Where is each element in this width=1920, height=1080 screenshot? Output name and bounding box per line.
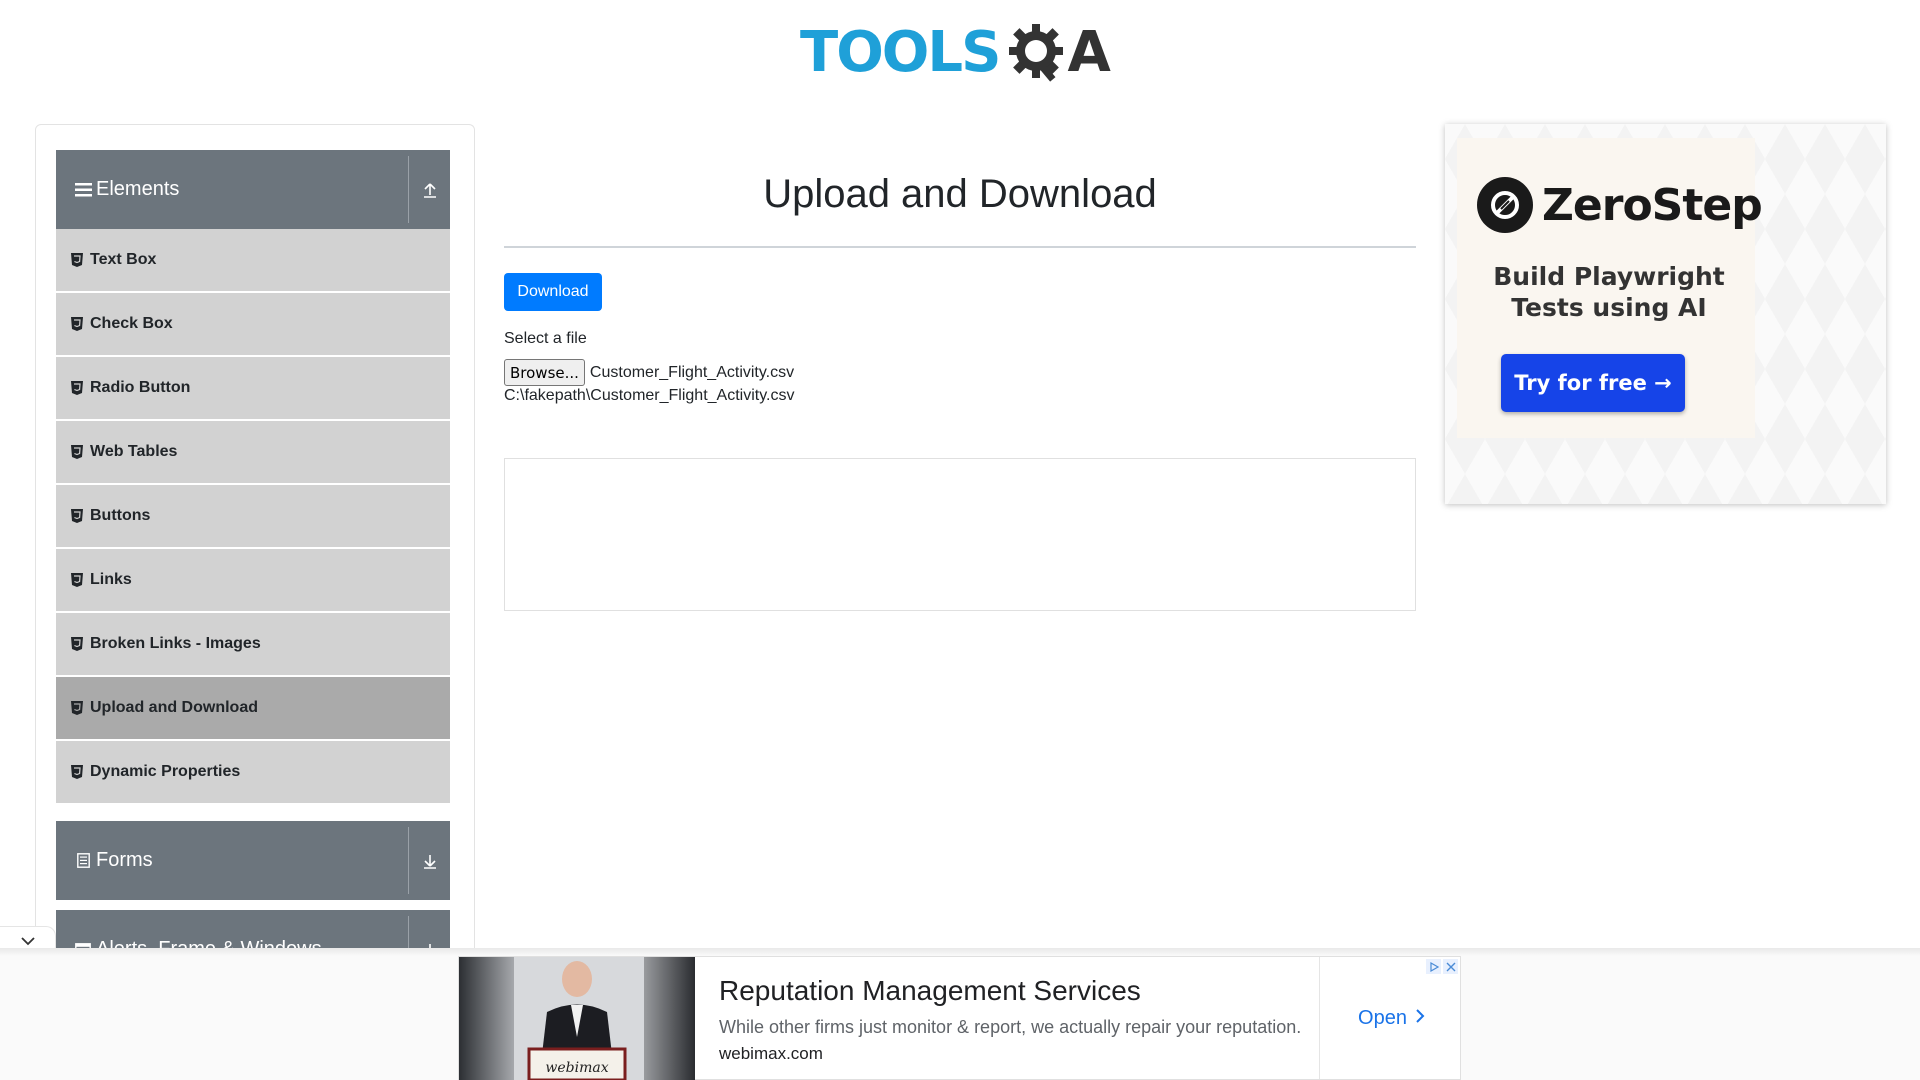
html5-icon: [71, 317, 83, 331]
html5-icon: [71, 573, 83, 587]
file-upload-input[interactable]: Browse... Customer_Flight_Activity.csv: [504, 359, 794, 386]
html5-icon: [71, 445, 83, 459]
close-ad-icon[interactable]: [1443, 959, 1458, 974]
selected-file-name: Customer_Flight_Activity.csv: [589, 363, 795, 381]
menu-item-label: Broken Links - Images: [90, 635, 261, 652]
menu-item-label: Links: [90, 571, 132, 588]
logo-text-a: A: [1067, 20, 1111, 85]
open-label: Open: [1358, 1006, 1407, 1029]
download-button[interactable]: Download: [504, 273, 602, 311]
expand-down-icon[interactable]: [409, 821, 450, 900]
menu-item-links[interactable]: Links: [56, 549, 450, 611]
chevron-down-icon: [20, 937, 35, 946]
tagline-line-2: Tests using AI: [1511, 293, 1707, 322]
html5-icon: [71, 509, 83, 523]
ad-domain[interactable]: webimax.com: [719, 1044, 823, 1064]
menu-item-label: Buttons: [90, 507, 151, 524]
adchoices-icon[interactable]: [1426, 959, 1441, 974]
menu-item-dynamic-properties[interactable]: Dynamic Properties: [56, 741, 450, 803]
html5-icon: [71, 701, 83, 715]
tagline-line-1: Build Playwright: [1493, 262, 1725, 291]
podium-text: webimax: [545, 1060, 608, 1076]
zerostep-logo-icon: [1477, 177, 1533, 233]
select-file-label: Select a file: [504, 330, 587, 347]
menu-item-label: Upload and Download: [90, 699, 258, 716]
elements-menu: Text Box Check Box Radio Button Web Tabl…: [56, 229, 450, 805]
bottom-banner-ad[interactable]: webimax Reputation Management Services W…: [458, 956, 1461, 1080]
form-icon: [74, 853, 92, 868]
page-title: Upload and Download: [763, 172, 1157, 216]
ad-frame-placeholder: [504, 458, 1416, 611]
menu-item-text-box[interactable]: Text Box: [56, 229, 450, 291]
html5-icon: [71, 637, 83, 651]
menu-item-radio-button[interactable]: Radio Button: [56, 357, 450, 419]
menu-item-broken-links[interactable]: Broken Links - Images: [56, 613, 450, 675]
ad-choices[interactable]: [1426, 959, 1458, 974]
html5-icon: [71, 381, 83, 395]
uploaded-file-path: C:\fakepath\Customer_Flight_Activity.csv: [504, 387, 795, 404]
menu-item-label: Web Tables: [90, 443, 178, 460]
group-header-forms[interactable]: Forms: [56, 821, 450, 900]
chevron-right-icon: [1415, 1007, 1425, 1030]
menu-item-upload-download[interactable]: Upload and Download: [56, 677, 450, 739]
toolsqa-logo[interactable]: TOOLS A: [800, 14, 1111, 92]
ad-photo: webimax: [459, 957, 695, 1080]
menu-item-label: Check Box: [90, 315, 173, 332]
collapse-up-icon[interactable]: [409, 150, 450, 229]
ad-description: While other firms just monitor & report,…: [719, 1017, 1302, 1037]
ad-open-button[interactable]: Open: [1319, 957, 1463, 1079]
try-for-free-button[interactable]: Try for free →: [1501, 354, 1685, 412]
group-label: Elements: [96, 178, 180, 200]
menu-item-check-box[interactable]: Check Box: [56, 293, 450, 355]
menu-item-web-tables[interactable]: Web Tables: [56, 421, 450, 483]
browse-button[interactable]: Browse...: [504, 359, 585, 386]
menu-item-label: Dynamic Properties: [90, 763, 241, 780]
logo-text-tools: TOOLS: [800, 20, 1001, 85]
menu-item-buttons[interactable]: Buttons: [56, 485, 450, 547]
menu-item-label: Text Box: [90, 251, 157, 268]
zerostep-tagline: Build Playwright Tests using AI: [1459, 261, 1759, 323]
group-header-elements[interactable]: Elements: [56, 150, 450, 229]
html5-icon: [71, 253, 83, 267]
ad-separator: [0, 948, 1920, 956]
left-panel: Elements Text Box Check Box Radio Button…: [35, 124, 475, 955]
zerostep-brand: ZeroStep: [1542, 180, 1763, 231]
menu-item-label: Radio Button: [90, 379, 191, 396]
title-divider: [504, 246, 1416, 248]
gear-magnifier-icon: [1009, 24, 1064, 82]
html5-icon: [71, 765, 83, 779]
hamburger-icon: [74, 182, 92, 197]
ad-title[interactable]: Reputation Management Services: [719, 975, 1141, 1007]
group-label: Forms: [96, 849, 153, 871]
